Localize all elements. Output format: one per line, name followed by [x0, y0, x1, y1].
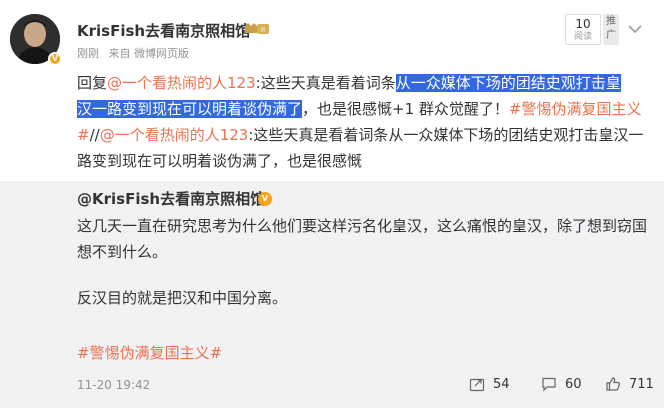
post-header: V KrisFish去看南京照相馆 II 刚刚 来自 微博网页版 10 阅读 推…: [0, 0, 664, 70]
repost-count: 54: [493, 376, 510, 392]
thumbs-up-icon: [606, 377, 621, 391]
chevron-down-icon[interactable]: [625, 22, 645, 36]
like-action[interactable]: 711: [605, 374, 654, 394]
post-username[interactable]: KrisFish去看南京照相馆: [77, 20, 250, 41]
like-count: 711: [629, 376, 654, 392]
verified-badge-icon: V: [258, 192, 272, 206]
repost-text: 反汉目的就是把汉和中国分离。: [77, 289, 288, 307]
comment-action[interactable]: 60: [541, 374, 582, 394]
comment-icon: [542, 377, 556, 392]
reply-prefix: 回复: [77, 74, 108, 92]
text-segment: //: [89, 126, 100, 144]
post-time[interactable]: 刚刚: [77, 47, 99, 60]
repost-text: 这几天一直在研究思考为什么他们要这样污名化皇汉，这么痛恨的皇汉，除了想到窃国想不…: [77, 217, 648, 261]
repost-action[interactable]: 54: [469, 374, 510, 394]
selected-text: 从一众媒体下场的团结史观打击皇: [395, 74, 621, 92]
repost-card[interactable]: @KrisFish去看南京照相馆 V 这几天一直在研究思考为什么他们要这样污名化…: [0, 181, 664, 408]
comment-count: 60: [565, 376, 582, 392]
post-text: 回复@一个看热闹的人123:这些天真是看着词条从一众媒体下场的团结史观打击皇 汉一…: [77, 70, 657, 174]
share-icon: [469, 378, 485, 392]
promote-button[interactable]: 推广: [603, 14, 619, 45]
text-segment: ，也是很感慨+1 群众觉醒了！: [302, 100, 509, 118]
post-source: 来自 微博网页版: [108, 47, 190, 60]
read-count-box: 10 阅读: [565, 14, 601, 45]
member-badge-label: II: [261, 26, 265, 34]
read-count: 10: [575, 17, 591, 31]
post-meta: 刚刚 来自 微博网页版: [77, 45, 195, 61]
verified-badge-icon: V: [48, 52, 62, 66]
selected-text: 汉一路变到现在可以明着谈伪满了: [77, 100, 303, 118]
repost-time[interactable]: 11-20 19:42: [77, 378, 150, 392]
mention-link[interactable]: @一个看热闹的人123: [107, 74, 256, 92]
hashtag-link[interactable]: #警惕伪满复国主义#: [77, 342, 222, 363]
repost-author[interactable]: @KrisFish去看南京照相馆: [77, 188, 265, 209]
read-label: 阅读: [573, 32, 592, 42]
mention-link[interactable]: @一个看热闹的人123: [100, 126, 249, 144]
member-badge-icon[interactable]: II: [244, 22, 270, 36]
text-segment: :这些天真是看着词条: [255, 74, 396, 92]
